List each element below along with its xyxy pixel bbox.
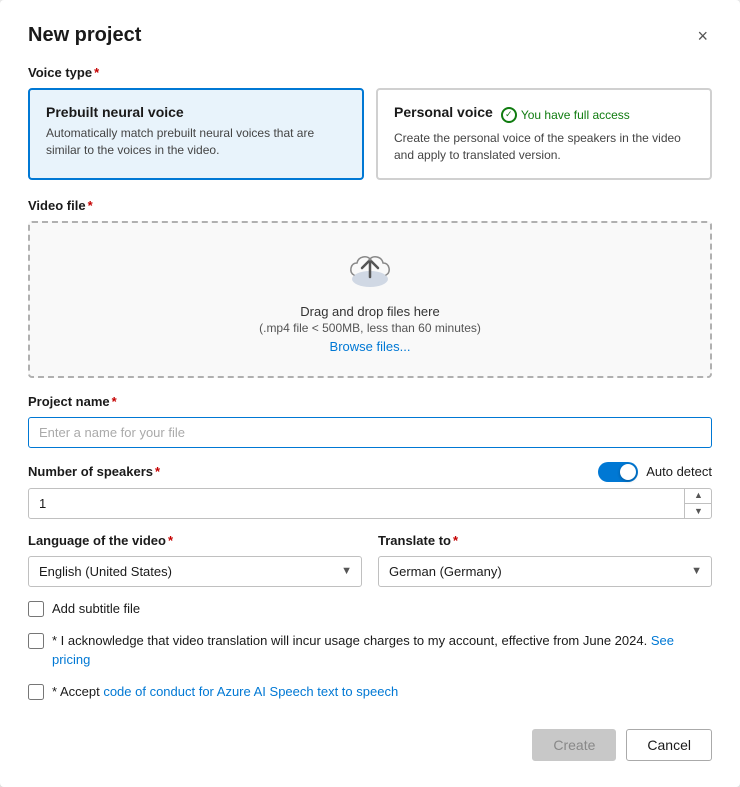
access-badge: ✓ You have full access: [501, 107, 630, 123]
speakers-input-wrap: ▲ ▼: [28, 488, 712, 519]
project-name-input[interactable]: [28, 417, 712, 448]
acknowledgment-checkbox[interactable]: [28, 633, 44, 649]
prebuilt-card-title: Prebuilt neural voice: [46, 104, 346, 120]
acknowledgment-text: * I acknowledge that video translation w…: [52, 631, 712, 670]
required-star-name: *: [112, 394, 117, 409]
translate-to-select-wrap: German (Germany) ▼: [378, 556, 712, 587]
conduct-row: * Accept code of conduct for Azure AI Sp…: [28, 682, 712, 702]
translate-to-label: Translate to*: [378, 533, 712, 548]
translate-to-col: Translate to* German (Germany) ▼: [378, 533, 712, 587]
create-button[interactable]: Create: [532, 729, 616, 761]
conduct-checkbox[interactable]: [28, 684, 44, 700]
auto-detect-toggle: Auto detect: [598, 462, 712, 482]
language-video-select-wrap: English (United States) ▼: [28, 556, 362, 587]
auto-detect-switch[interactable]: [598, 462, 638, 482]
browse-files-link[interactable]: Browse files...: [330, 339, 411, 354]
upload-icon: [346, 251, 394, 294]
drop-hint: (.mp4 file < 500MB, less than 60 minutes…: [259, 321, 481, 335]
arrow-down-button[interactable]: ▼: [685, 504, 712, 519]
personal-card-header: Personal voice ✓ You have full access: [394, 104, 694, 125]
project-name-section: Project name*: [28, 394, 712, 448]
language-row: Language of the video* English (United S…: [28, 533, 712, 587]
speakers-input[interactable]: [28, 488, 712, 519]
required-star-speakers: *: [155, 464, 160, 479]
video-file-section: Video file* Drag and drop files here (.m…: [28, 198, 712, 378]
personal-card-desc: Create the personal voice of the speaker…: [394, 130, 694, 164]
video-file-label: Video file*: [28, 198, 712, 213]
check-icon: ✓: [501, 107, 517, 123]
required-star-lang: *: [168, 533, 173, 548]
drop-zone[interactable]: Drag and drop files here (.mp4 file < 50…: [28, 221, 712, 378]
translate-to-select[interactable]: German (Germany): [378, 556, 712, 587]
voice-type-row: Prebuilt neural voice Automatically matc…: [28, 88, 712, 180]
new-project-dialog: New project × Voice type* Prebuilt neura…: [0, 0, 740, 787]
acknowledgment-row: * I acknowledge that video translation w…: [28, 631, 712, 670]
subtitle-checkbox[interactable]: [28, 601, 44, 617]
dialog-footer: Create Cancel: [28, 729, 712, 761]
close-button[interactable]: ×: [693, 25, 712, 47]
language-video-label: Language of the video*: [28, 533, 362, 548]
conduct-link[interactable]: code of conduct for Azure AI Speech text…: [103, 684, 398, 699]
conduct-text: * Accept code of conduct for Azure AI Sp…: [52, 682, 398, 702]
number-arrows: ▲ ▼: [684, 488, 712, 519]
arrow-up-button[interactable]: ▲: [685, 488, 712, 504]
toggle-knob: [620, 464, 636, 480]
required-star: *: [94, 65, 99, 80]
personal-card-title: Personal voice: [394, 104, 493, 120]
speakers-row: Number of speakers* Auto detect: [28, 462, 712, 482]
project-name-label: Project name*: [28, 394, 712, 409]
prebuilt-card-desc: Automatically match prebuilt neural voic…: [46, 125, 346, 159]
prebuilt-neural-voice-card[interactable]: Prebuilt neural voice Automatically matc…: [28, 88, 364, 180]
cancel-button[interactable]: Cancel: [626, 729, 712, 761]
speakers-label: Number of speakers*: [28, 464, 598, 479]
dialog-header: New project ×: [28, 24, 712, 47]
language-video-col: Language of the video* English (United S…: [28, 533, 362, 587]
dialog-title: New project: [28, 24, 141, 47]
drag-drop-text: Drag and drop files here: [300, 304, 439, 319]
subtitle-row: Add subtitle file: [28, 601, 712, 617]
personal-voice-card[interactable]: Personal voice ✓ You have full access Cr…: [376, 88, 712, 180]
subtitle-label[interactable]: Add subtitle file: [52, 601, 140, 616]
required-star-translate: *: [453, 533, 458, 548]
language-video-select[interactable]: English (United States): [28, 556, 362, 587]
auto-detect-label: Auto detect: [646, 464, 712, 479]
required-star-video: *: [88, 198, 93, 213]
voice-type-label: Voice type*: [28, 65, 712, 80]
